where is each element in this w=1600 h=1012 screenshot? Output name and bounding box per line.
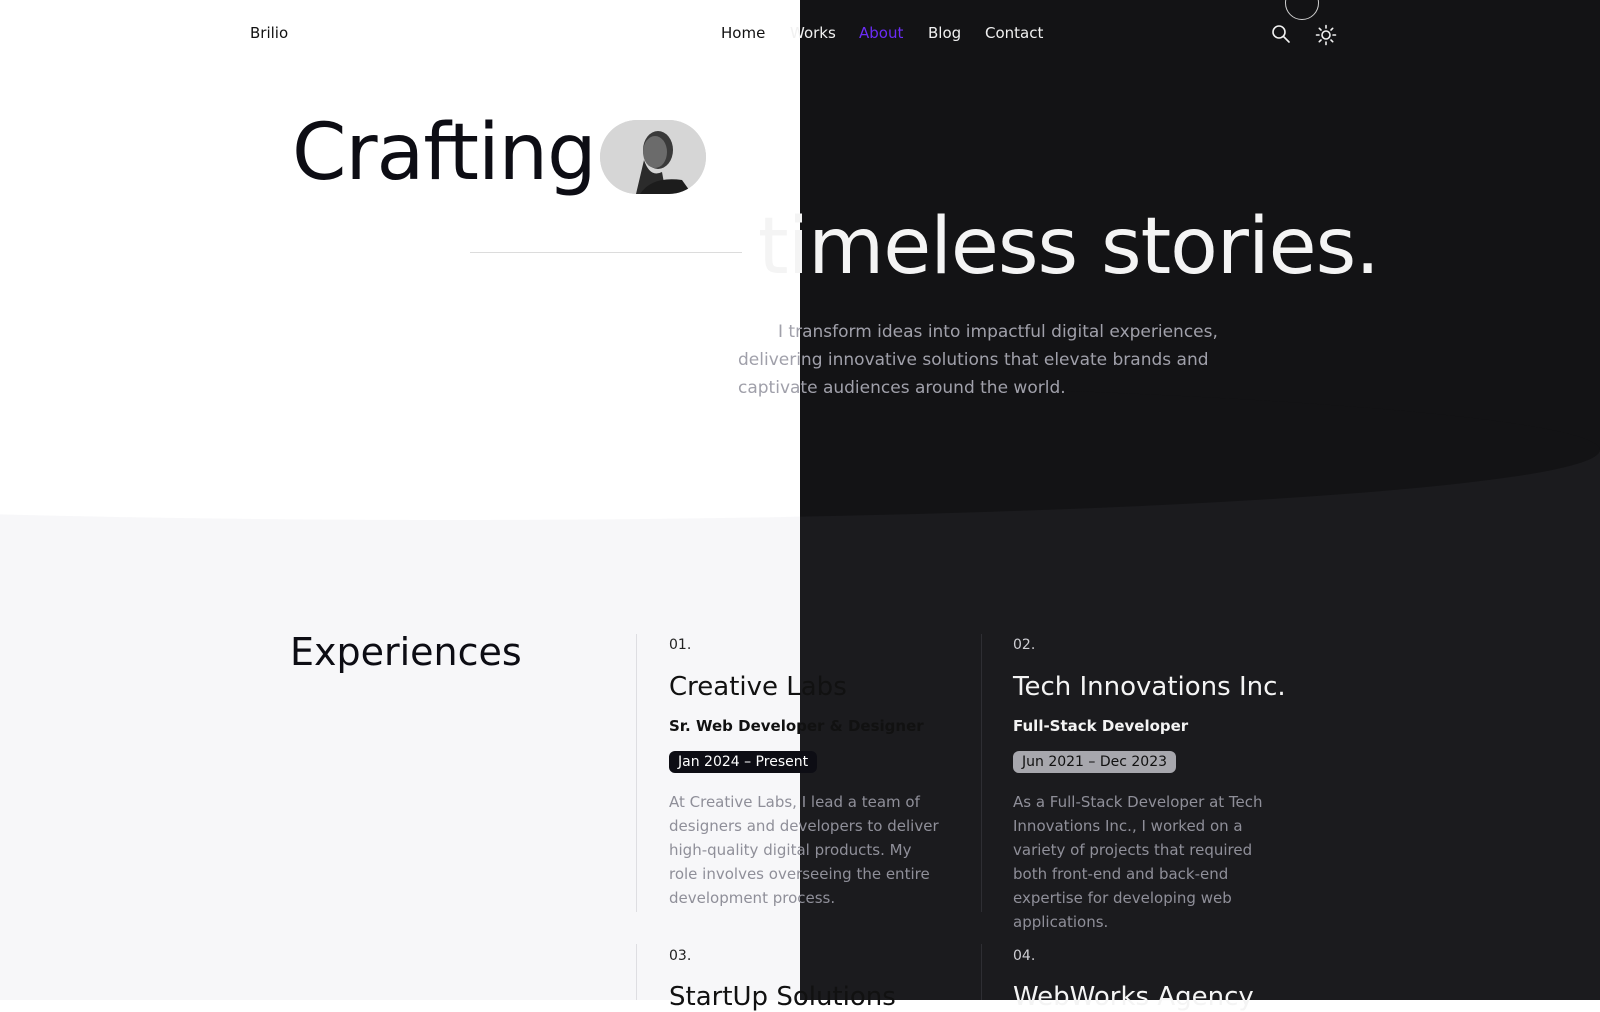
nav-about[interactable]: About [859,24,903,42]
column-divider [636,944,637,1000]
experience-company: WebWorks Agency [1013,982,1254,1012]
hero-heading-line1: Crafting [292,108,597,198]
experience-number: 02. [1013,637,1036,653]
nav-contact[interactable]: Contact [985,24,1043,42]
experiences-title: Experiences [290,630,522,674]
nav-blog[interactable]: Blog [928,24,961,42]
experience-number: 03. [669,948,692,964]
experience-description: At Creative Labs, I lead a team of desig… [669,793,939,907]
nav-works[interactable]: Works [790,24,836,42]
column-divider [636,634,637,912]
hero-description: I transform ideas into impactful digital… [738,318,1278,402]
column-divider [981,944,982,1000]
experience-role: Sr. Web Developer & Designer [669,717,924,735]
hero-description-text: I transform ideas into impactful digital… [738,322,1218,398]
experience-period-badge: Jan 2024 – Present [669,751,818,773]
hero-divider [470,252,742,253]
search-icon[interactable] [1271,24,1293,46]
experience-company: Tech Innovations Inc. [1013,672,1286,702]
hero-heading-line2: timeless stories. [758,202,1380,292]
sun-icon[interactable] [1315,24,1337,46]
column-divider [981,634,982,912]
experience-company: StartUp Solutions [669,982,896,1012]
site-logo[interactable]: Brilio [250,24,288,42]
experience-role: Full-Stack Developer [1013,717,1189,735]
experience-company: Creative Labs [669,672,847,702]
experience-number: 04. [1013,948,1036,964]
experience-period-badge: Jun 2021 – Dec 2023 [1013,751,1177,773]
nav-home[interactable]: Home [721,24,765,42]
experience-number: 01. [669,637,692,653]
experience-description: As a Full-Stack Developer at Tech Innova… [1013,793,1263,931]
avatar [600,120,706,194]
